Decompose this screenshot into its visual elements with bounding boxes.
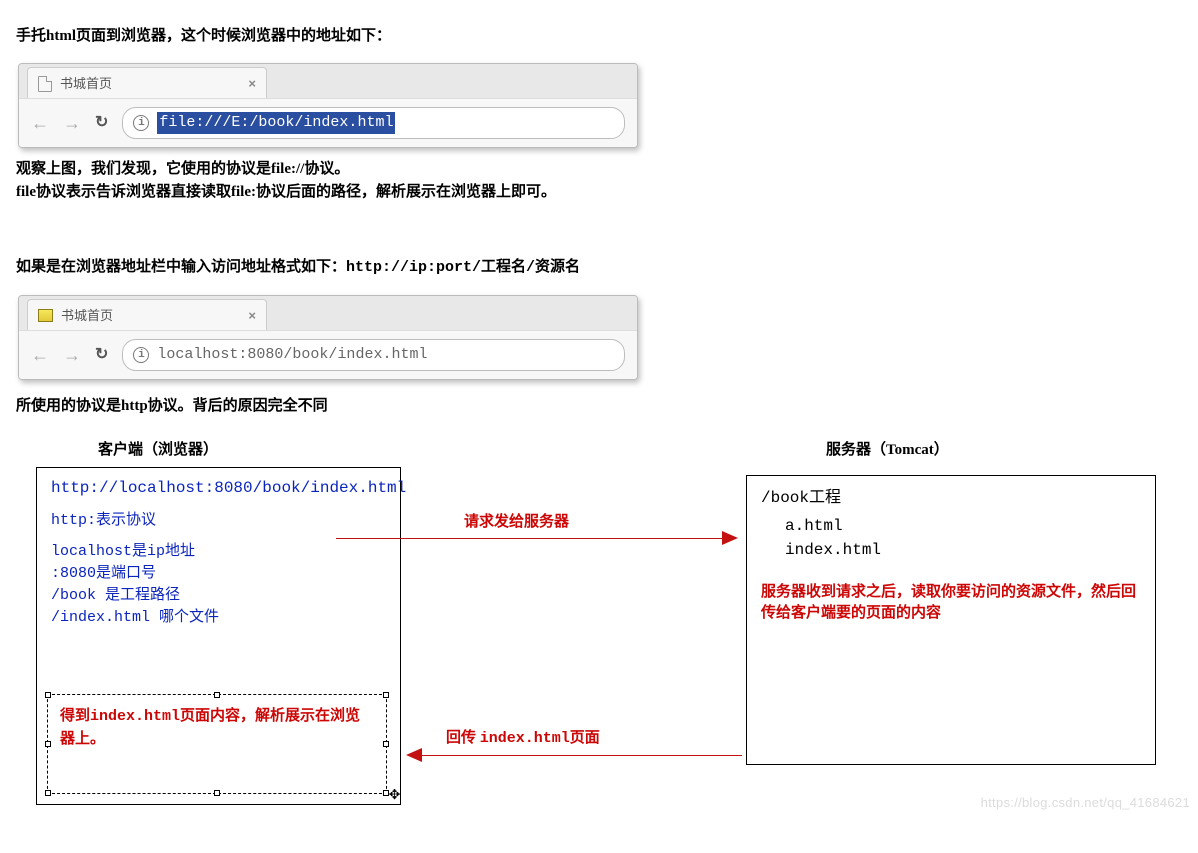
- browser-window-2: 书城首页 × ← → ↻ i localhost:8080/book/index…: [18, 295, 638, 381]
- address-bar[interactable]: i localhost:8080/book/index.html: [122, 339, 625, 372]
- result-box: 得到index.html页面内容，解析展示在浏览器上。 ✥: [47, 694, 387, 794]
- observation-3: 所使用的协议是http协议。背后的原因完全不同: [16, 395, 1182, 418]
- url-text: file:///E:/book/index.html: [157, 112, 395, 135]
- server-file-index: index.html: [785, 538, 1141, 562]
- reload-icon[interactable]: ↻: [95, 343, 108, 367]
- server-file-a: a.html: [785, 514, 1141, 538]
- tab-title: 书城首页: [60, 74, 112, 94]
- nav-toolbar: ← → ↻ i localhost:8080/book/index.html: [19, 330, 637, 380]
- request-label: 请求发给服务器: [464, 511, 569, 534]
- ip-line: localhost是ip地址: [51, 541, 386, 563]
- tab-bar: 书城首页 ×: [19, 64, 637, 98]
- result-text: 得到index.html页面内容，解析展示在浏览器上。: [60, 705, 374, 751]
- url-text: localhost:8080/book/index.html: [157, 344, 427, 367]
- tab-title: 书城首页: [61, 306, 113, 326]
- back-icon[interactable]: ←: [31, 346, 49, 364]
- proto-line: http:表示协议: [51, 510, 386, 532]
- arrow-right-icon: [722, 531, 738, 545]
- back-icon[interactable]: ←: [31, 114, 49, 132]
- arrow-left-icon: [406, 748, 422, 762]
- response-arrow: [422, 755, 742, 756]
- nav-toolbar: ← → ↻ i file:///E:/book/index.html: [19, 98, 637, 148]
- forward-icon[interactable]: →: [63, 346, 81, 364]
- intro-text-1: 手托html页面到浏览器，这个时候浏览器中的地址如下：: [16, 25, 1182, 48]
- image-icon: [38, 309, 53, 322]
- tab-bar: 书城首页 ×: [19, 296, 637, 330]
- info-icon[interactable]: i: [133, 115, 149, 131]
- close-icon[interactable]: ×: [248, 74, 256, 94]
- info-icon[interactable]: i: [133, 347, 149, 363]
- server-note: 服务器收到请求之后，读取你要访问的资源文件，然后回传给客户端要的页面的内容: [761, 582, 1141, 626]
- request-arrow: [336, 538, 724, 539]
- watermark: https://blog.csdn.net/qq_41684621: [981, 793, 1190, 813]
- path-line: /book 是工程路径: [51, 585, 386, 607]
- browser-tab[interactable]: 书城首页 ×: [27, 67, 267, 98]
- client-box: http://localhost:8080/book/index.html ht…: [36, 467, 401, 805]
- close-icon[interactable]: ×: [248, 306, 256, 326]
- client-url: http://localhost:8080/book/index.html: [51, 476, 386, 500]
- address-bar[interactable]: i file:///E:/book/index.html: [122, 107, 625, 140]
- observation-2: file协议表示告诉浏览器直接读取file:协议后面的路径，解析展示在浏览器上即…: [16, 181, 1182, 204]
- forward-icon[interactable]: →: [63, 114, 81, 132]
- port-line: :8080是端口号: [51, 563, 386, 585]
- server-box: /book工程 a.html index.html 服务器收到请求之后，读取你要…: [746, 475, 1156, 765]
- observation-1: 观察上图，我们发现，它使用的协议是file://协议。: [16, 158, 1182, 181]
- resize-cursor-icon: ✥: [389, 780, 400, 807]
- file-line: /index.html 哪个文件: [51, 607, 386, 629]
- server-title: 服务器（Tomcat）: [826, 439, 949, 462]
- client-server-diagram: 客户端（浏览器） 服务器（Tomcat） http://localhost:80…: [16, 433, 1186, 803]
- document-icon: [38, 76, 52, 92]
- response-label: 回传 index.html页面: [446, 727, 600, 751]
- browser-tab[interactable]: 书城首页 ×: [27, 299, 267, 330]
- server-project: /book工程: [761, 486, 1141, 510]
- client-title: 客户端（浏览器）: [98, 439, 218, 462]
- browser-window-1: 书城首页 × ← → ↻ i file:///E:/book/index.htm…: [18, 63, 638, 149]
- reload-icon[interactable]: ↻: [95, 111, 108, 135]
- intro-text-2: 如果是在浏览器地址栏中输入访问地址格式如下：http://ip:port/工程名…: [16, 256, 1182, 280]
